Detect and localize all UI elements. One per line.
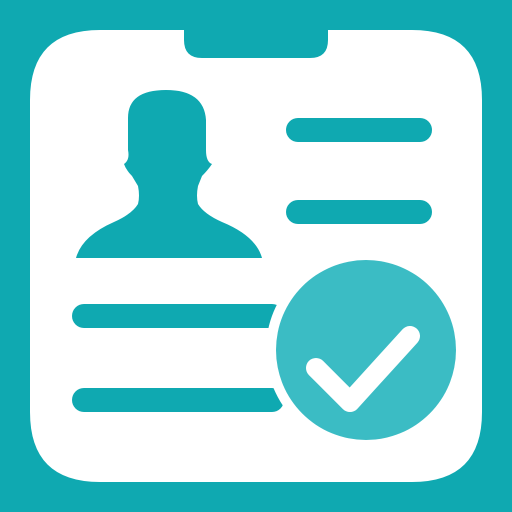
text-line-icon [72, 388, 284, 412]
text-line-icon [286, 118, 432, 142]
text-line-icon [286, 200, 432, 224]
profile-card-verified-icon [0, 0, 512, 512]
app-icon [0, 0, 512, 512]
checkmark-badge-icon [276, 260, 456, 440]
text-line-icon [72, 304, 284, 328]
